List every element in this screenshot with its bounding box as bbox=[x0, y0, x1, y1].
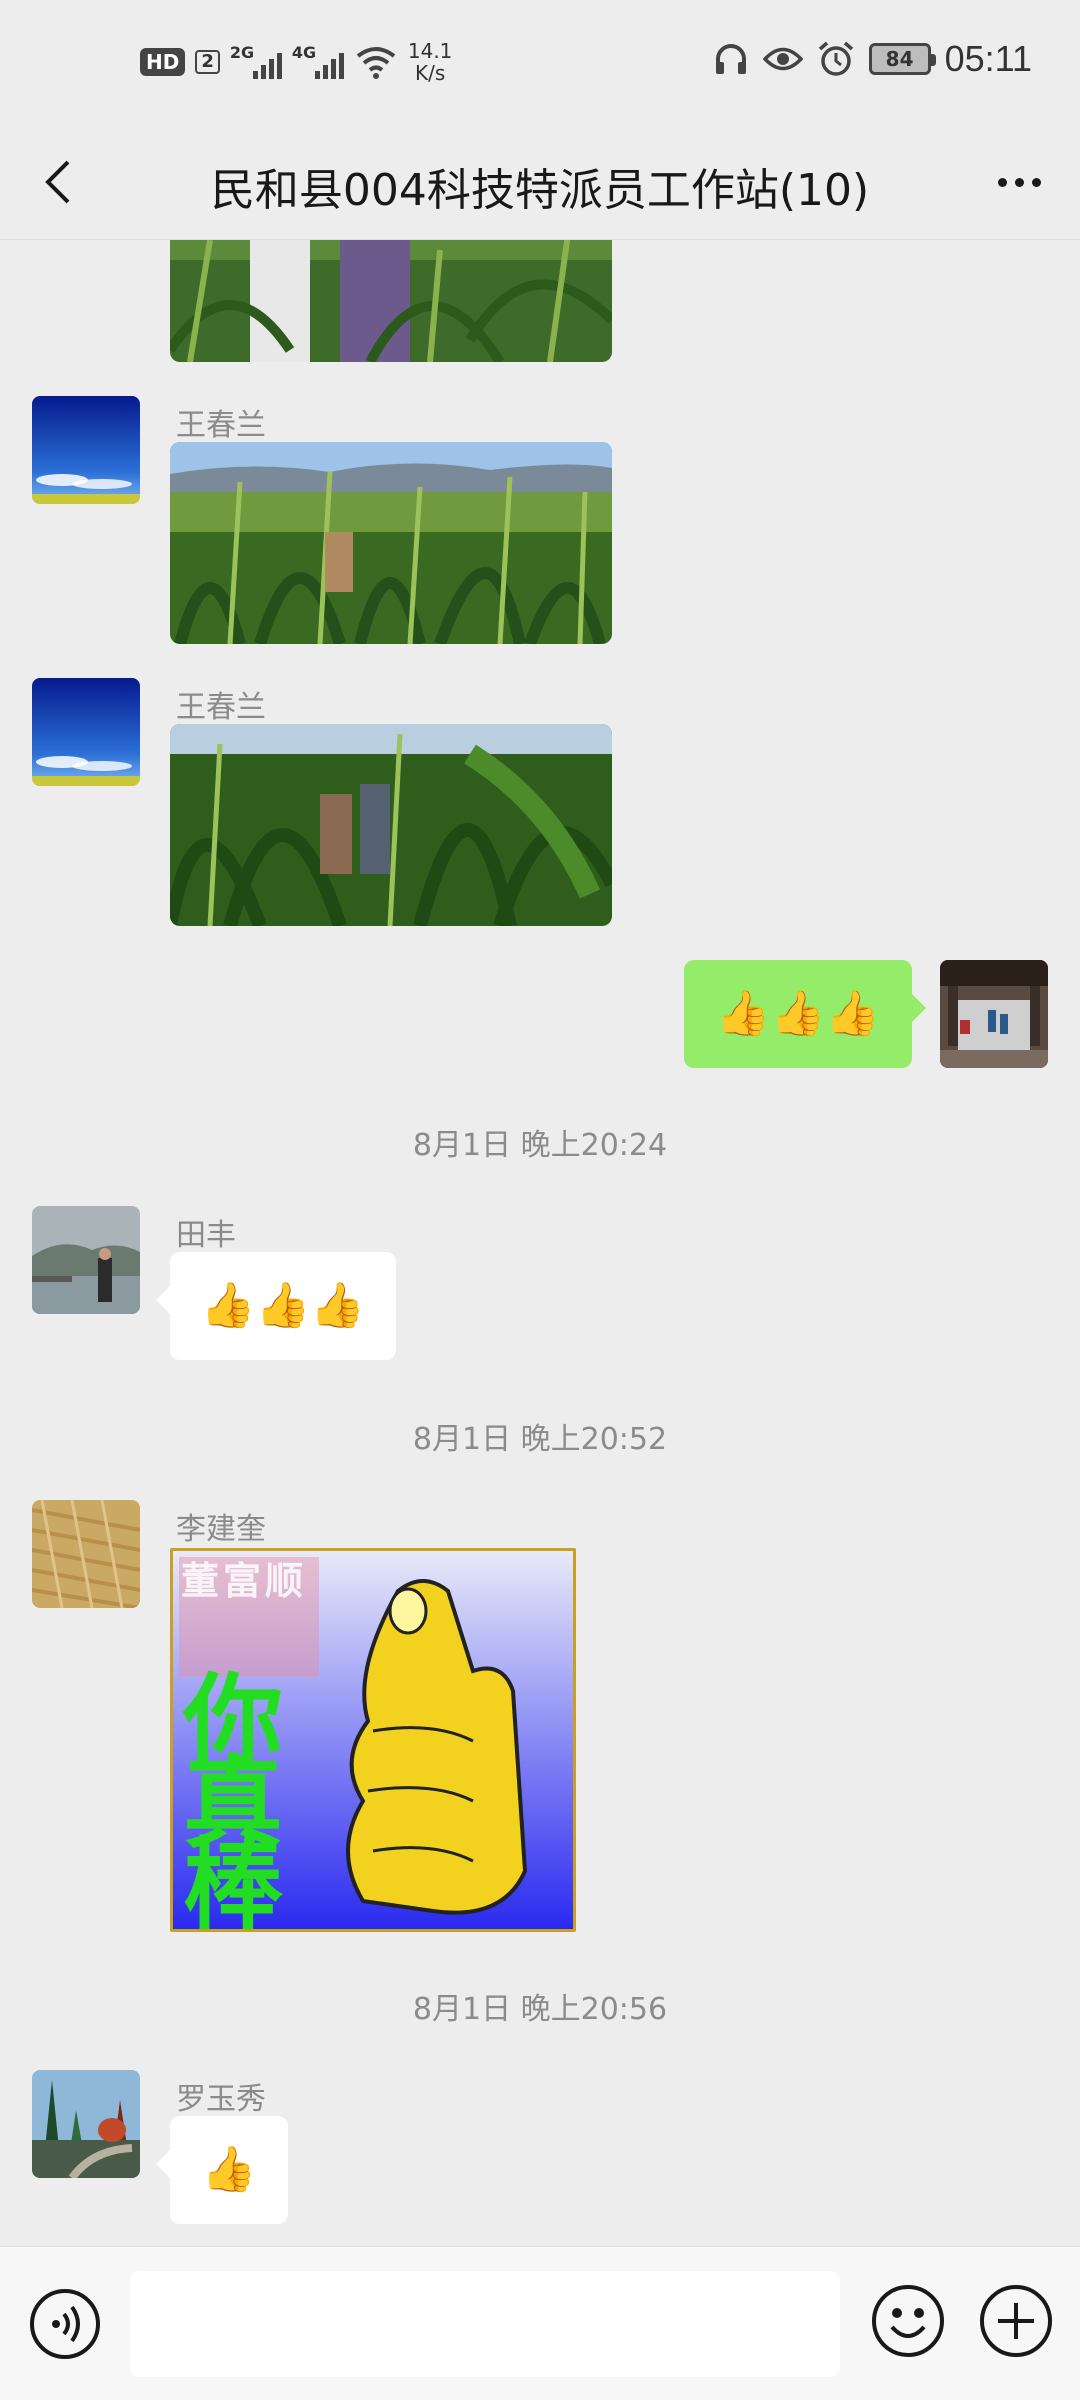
corn-photo bbox=[170, 724, 612, 926]
sticker-stamp: 董富顺 bbox=[181, 1559, 308, 1603]
message-bubble[interactable]: 👍👍👍 bbox=[156, 1252, 396, 1360]
back-icon[interactable] bbox=[30, 152, 90, 212]
clock: 05:11 bbox=[944, 38, 1032, 79]
more-icon[interactable] bbox=[984, 152, 1054, 212]
sim-badge: 2 bbox=[195, 50, 220, 74]
avatar[interactable] bbox=[32, 1206, 140, 1314]
avatar[interactable] bbox=[32, 396, 140, 504]
timestamp: 8月1日 晚上20:52 bbox=[412, 1422, 668, 1457]
thumbs-up-emoji: 👍👍👍 bbox=[200, 1280, 366, 1331]
emoji-icon[interactable] bbox=[870, 2283, 946, 2359]
sticker-message[interactable]: 董富顺 你真棒 bbox=[170, 1548, 576, 1932]
voice-icon[interactable] bbox=[28, 2287, 102, 2361]
signal-icon: 2G bbox=[230, 43, 282, 81]
thumbs-up-emoji: 👍👍👍 bbox=[715, 988, 881, 1039]
status-bar: HD 2 2G 4G 14.1 K/s 84 05:11 bbox=[0, 0, 1080, 130]
sender-name: 李建奎 bbox=[176, 1512, 266, 1547]
my-message-bubble[interactable]: 👍👍👍 bbox=[684, 960, 926, 1068]
timestamp: 8月1日 晚上20:56 bbox=[412, 1992, 668, 2027]
chat-messages[interactable]: 王春兰 王春兰 👍👍👍 8月1日 晚上20:24 田丰 👍👍👍 8月1日 晚上2… bbox=[0, 240, 1080, 2246]
sender-name: 田丰 bbox=[176, 1218, 236, 1253]
headphones-icon bbox=[715, 44, 746, 74]
avatar[interactable] bbox=[32, 2070, 140, 2178]
status-left: HD 2 2G 4G 14.1 K/s bbox=[140, 40, 452, 84]
sticker-text: 你真棒 bbox=[183, 1663, 283, 1932]
image-message[interactable] bbox=[170, 442, 612, 644]
message-bubble[interactable]: 👍 bbox=[156, 2116, 288, 2224]
sender-name: 王春兰 bbox=[176, 690, 266, 725]
network-speed: 14.1 K/s bbox=[407, 39, 453, 85]
image-message[interactable] bbox=[170, 724, 612, 926]
battery-icon: 84 bbox=[868, 43, 936, 75]
my-avatar[interactable] bbox=[940, 960, 1048, 1068]
wifi-icon bbox=[356, 47, 396, 79]
eye-icon bbox=[762, 47, 803, 71]
avatar[interactable] bbox=[32, 678, 140, 786]
signal-icon: 4G bbox=[292, 43, 344, 81]
avatar[interactable] bbox=[32, 1500, 140, 1608]
nav-bar: 民和县004科技特派员工作站(10) bbox=[0, 130, 1080, 240]
timestamp: 8月1日 晚上20:24 bbox=[412, 1128, 668, 1163]
thumbs-up-emoji: 👍 bbox=[201, 2144, 257, 2195]
alarm-icon bbox=[818, 41, 853, 76]
plus-icon[interactable] bbox=[978, 2283, 1054, 2359]
message-input[interactable] bbox=[130, 2271, 840, 2377]
image-message[interactable] bbox=[170, 240, 612, 362]
corn-photo bbox=[170, 442, 612, 644]
corn-photo bbox=[170, 240, 612, 362]
chat-title: 民和县004科技特派员工作站(10) bbox=[210, 165, 870, 216]
input-bar bbox=[0, 2246, 1080, 2400]
sender-name: 王春兰 bbox=[176, 408, 266, 443]
status-right: 84 05:11 bbox=[713, 38, 1032, 80]
sender-name: 罗玉秀 bbox=[176, 2082, 266, 2117]
hd-badge: HD bbox=[140, 48, 186, 76]
